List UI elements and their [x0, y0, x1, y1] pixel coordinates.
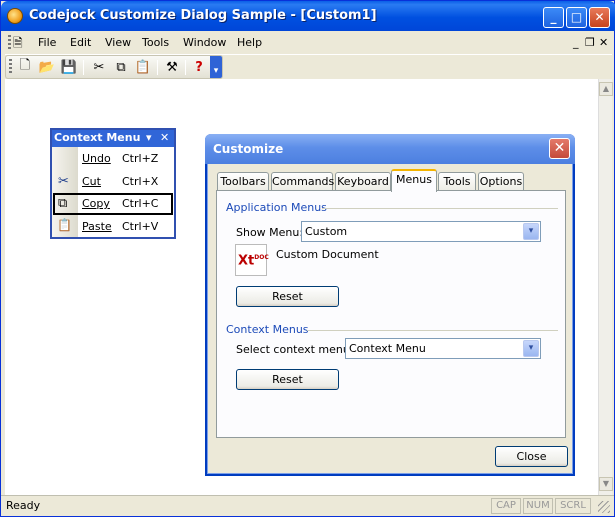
menubar-grip[interactable] — [8, 35, 11, 51]
menu-file[interactable]: File — [38, 36, 56, 49]
copy-label: Copy — [82, 197, 110, 210]
show-menu-dropdown[interactable]: Custom ▾ — [301, 221, 541, 242]
minimize-button[interactable]: _ — [543, 7, 564, 28]
toolbar-separator — [185, 60, 186, 75]
cut-icon: ✂ — [58, 174, 69, 189]
menu-edit[interactable]: Edit — [70, 36, 91, 49]
cut-label: Cut — [82, 175, 101, 188]
scroll-down-button[interactable]: ▼ — [599, 477, 613, 491]
status-scrl: SCRL — [555, 498, 591, 514]
paste-shortcut: Ctrl+V — [122, 220, 159, 233]
tab-keyboard[interactable]: Keyboard — [335, 172, 391, 191]
tab-commands[interactable]: Commands — [271, 172, 334, 191]
context-menu-value: Context Menu — [349, 342, 426, 355]
menu-tools[interactable]: Tools — [142, 36, 169, 49]
undo-label: Undo — [82, 152, 111, 165]
resize-grip[interactable] — [598, 501, 610, 513]
undo-shortcut: Ctrl+Z — [122, 152, 159, 165]
custom-document-icon: XtDOC — [235, 244, 269, 276]
context-menu-titlebar[interactable]: Context Menu ▾ ✕ — [52, 130, 174, 147]
tab-menus[interactable]: Menus — [391, 169, 437, 192]
toolbar-grip[interactable] — [9, 59, 12, 75]
menus-tab-page: Application Menus Show Menu: Custom ▾ Xt… — [216, 190, 566, 438]
open-icon[interactable]: 📂 — [38, 59, 56, 75]
status-text: Ready — [6, 499, 41, 512]
mdi-close-icon[interactable]: ✕ — [599, 36, 608, 49]
context-menu-dropdown[interactable]: Context Menu ▾ — [345, 338, 541, 359]
context-menu-dropdown-icon[interactable]: ▾ — [146, 130, 152, 146]
cut-shortcut: Ctrl+X — [122, 175, 159, 188]
group-divider — [307, 330, 558, 331]
menu-bar: 🗎 File Edit View Tools Window Help _ ❐ ✕ — [5, 31, 612, 55]
tab-toolbars[interactable]: Toolbars — [217, 172, 269, 191]
custom-document-label: Custom Document — [276, 248, 379, 261]
toolbar-separator — [83, 60, 84, 75]
dialog-titlebar[interactable]: Customize ✕ — [205, 134, 575, 164]
copy-shortcut: Ctrl+C — [122, 197, 159, 210]
chevron-down-icon[interactable]: ▾ — [523, 340, 539, 357]
application-menus-heading: Application Menus — [226, 201, 327, 214]
mdi-document-icon[interactable]: 🗎 — [13, 34, 31, 51]
maximize-button[interactable]: □ — [566, 7, 587, 28]
show-menu-value: Custom — [305, 225, 348, 238]
close-dialog-button[interactable]: Close — [495, 446, 568, 467]
menu-view[interactable]: View — [105, 36, 131, 49]
chevron-down-icon[interactable]: ▾ — [523, 223, 539, 240]
menu-window[interactable]: Window — [183, 36, 226, 49]
copy-icon: ⧉ — [58, 196, 68, 211]
group-divider — [322, 208, 558, 209]
select-context-menu-label: Select context menu: — [236, 343, 354, 356]
new-icon[interactable]: 🗋 — [16, 58, 34, 75]
context-menus-heading: Context Menus — [226, 323, 309, 336]
tab-tools[interactable]: Tools — [438, 172, 476, 191]
context-menu-close-icon[interactable]: ✕ — [160, 130, 169, 146]
close-button[interactable]: ✕ — [589, 7, 610, 28]
menu-item-paste[interactable]: 📋 Paste Ctrl+V — [52, 216, 174, 238]
menu-item-cut[interactable]: ✂ Cut Ctrl+X — [52, 171, 174, 193]
status-num: NUM — [523, 498, 553, 514]
window-title: Codejock Customize Dialog Sample - [Cust… — [29, 8, 377, 23]
vertical-scrollbar[interactable]: ▲ ▼ — [598, 79, 613, 495]
show-menu-label: Show Menu: — [236, 226, 304, 239]
scroll-up-button[interactable]: ▲ — [599, 82, 613, 96]
reset-context-menu-button[interactable]: Reset — [236, 369, 339, 390]
mdi-restore-icon[interactable]: ❐ — [585, 36, 595, 49]
cut-icon[interactable]: ✂ — [90, 59, 108, 75]
title-bar[interactable]: Codejock Customize Dialog Sample - [Cust… — [1, 1, 615, 31]
paste-icon: 📋 — [57, 218, 72, 232]
dialog-title: Customize — [213, 142, 284, 156]
dialog-close-button[interactable]: ✕ — [549, 138, 570, 159]
paste-icon[interactable]: 📋 — [134, 59, 152, 75]
help-icon[interactable]: ? — [190, 59, 208, 75]
tab-options[interactable]: Options — [478, 172, 524, 191]
save-icon[interactable]: 💾 — [60, 59, 78, 75]
context-menu-title: Context Menu — [54, 131, 141, 144]
menu-item-undo[interactable]: Undo Ctrl+Z — [52, 148, 174, 170]
customize-dialog: Customize ✕ Toolbars Commands Keyboard M… — [205, 134, 575, 476]
menu-item-copy[interactable]: ⧉ Copy Ctrl+C — [53, 193, 173, 215]
reset-app-menu-button[interactable]: Reset — [236, 286, 339, 307]
document-icon-text: Xt — [238, 253, 255, 269]
toolbar-separator — [157, 60, 158, 75]
copy-icon[interactable]: ⧉ — [112, 59, 130, 75]
menu-help[interactable]: Help — [237, 36, 262, 49]
context-menu-panel: Context Menu ▾ ✕ Undo Ctrl+Z ✂ Cut Ctrl+… — [50, 128, 176, 239]
tools-icon[interactable]: ⚒ — [163, 59, 181, 75]
document-icon-badge: DOC — [254, 254, 269, 261]
toolbar-overflow-button[interactable]: ▾ — [210, 56, 222, 78]
app-icon[interactable] — [7, 8, 23, 24]
status-cap: CAP — [491, 498, 521, 514]
mdi-minimize-icon[interactable]: _ — [573, 36, 579, 49]
standard-toolbar: 🗋 📂 💾 ✂ ⧉ 📋 ⚒ ? ▾ — [5, 55, 223, 79]
status-bar: Ready CAP NUM SCRL — [1, 495, 614, 516]
paste-label: Paste — [82, 220, 112, 233]
